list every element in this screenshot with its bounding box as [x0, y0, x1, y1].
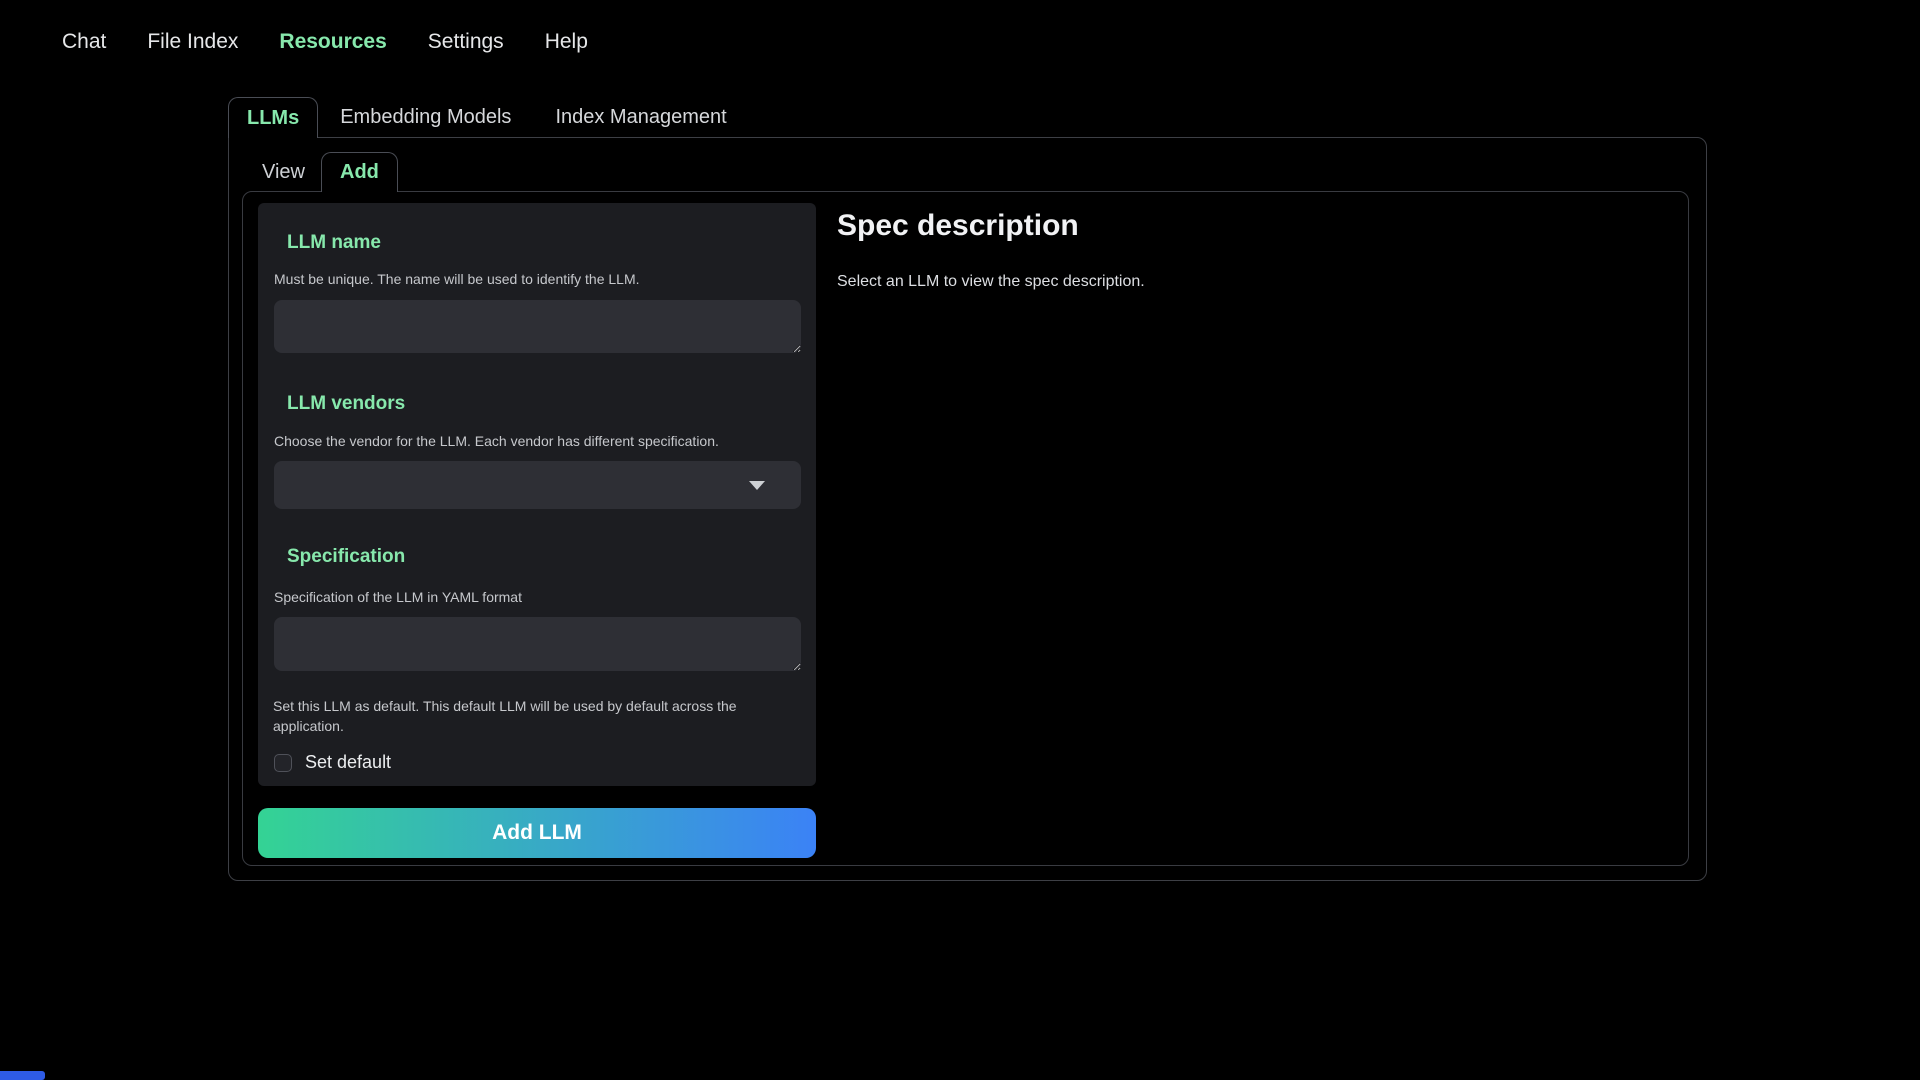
add-llm-form-card: LLM name Must be unique. The name will b…	[258, 203, 816, 786]
chevron-down-icon	[749, 481, 765, 490]
tab-llms[interactable]: LLMs	[228, 97, 318, 138]
nav-item-chat[interactable]: Chat	[62, 30, 106, 54]
nav-item-resources[interactable]: Resources	[279, 30, 386, 54]
specification-input[interactable]	[274, 617, 801, 671]
llm-vendors-dropdown[interactable]	[274, 461, 801, 509]
set-default-note: Set this LLM as default. This default LL…	[273, 696, 804, 736]
tab-embedding-models[interactable]: Embedding Models	[318, 97, 533, 138]
llm-vendors-description: Choose the vendor for the LLM. Each vend…	[274, 431, 719, 451]
llm-name-description: Must be unique. The name will be used to…	[274, 269, 640, 289]
specification-label: Specification	[287, 546, 405, 568]
nav-item-file-index[interactable]: File Index	[147, 30, 238, 54]
add-llm-button[interactable]: Add LLM	[258, 808, 816, 858]
resources-tabbar: LLMs Embedding Models Index Management	[228, 97, 749, 138]
llms-subtabbar: View Add	[246, 152, 398, 192]
llm-vendors-label: LLM vendors	[287, 393, 405, 415]
subtab-add[interactable]: Add	[321, 152, 398, 192]
bottom-blue-strip	[0, 1071, 45, 1080]
set-default-row: Set default	[274, 752, 391, 773]
spec-description-placeholder: Select an LLM to view the spec descripti…	[837, 273, 1145, 291]
specification-description: Specification of the LLM in YAML format	[274, 587, 522, 607]
llm-name-label: LLM name	[287, 232, 381, 254]
subtab-view[interactable]: View	[246, 152, 321, 192]
spec-description-title: Spec description	[837, 209, 1079, 243]
nav-item-help[interactable]: Help	[545, 30, 588, 54]
llm-name-input[interactable]	[274, 300, 801, 353]
tab-index-management[interactable]: Index Management	[533, 97, 748, 138]
set-default-label[interactable]: Set default	[305, 752, 391, 773]
top-nav: Chat File Index Resources Settings Help	[62, 30, 588, 54]
nav-item-settings[interactable]: Settings	[428, 30, 504, 54]
set-default-checkbox[interactable]	[274, 754, 292, 772]
